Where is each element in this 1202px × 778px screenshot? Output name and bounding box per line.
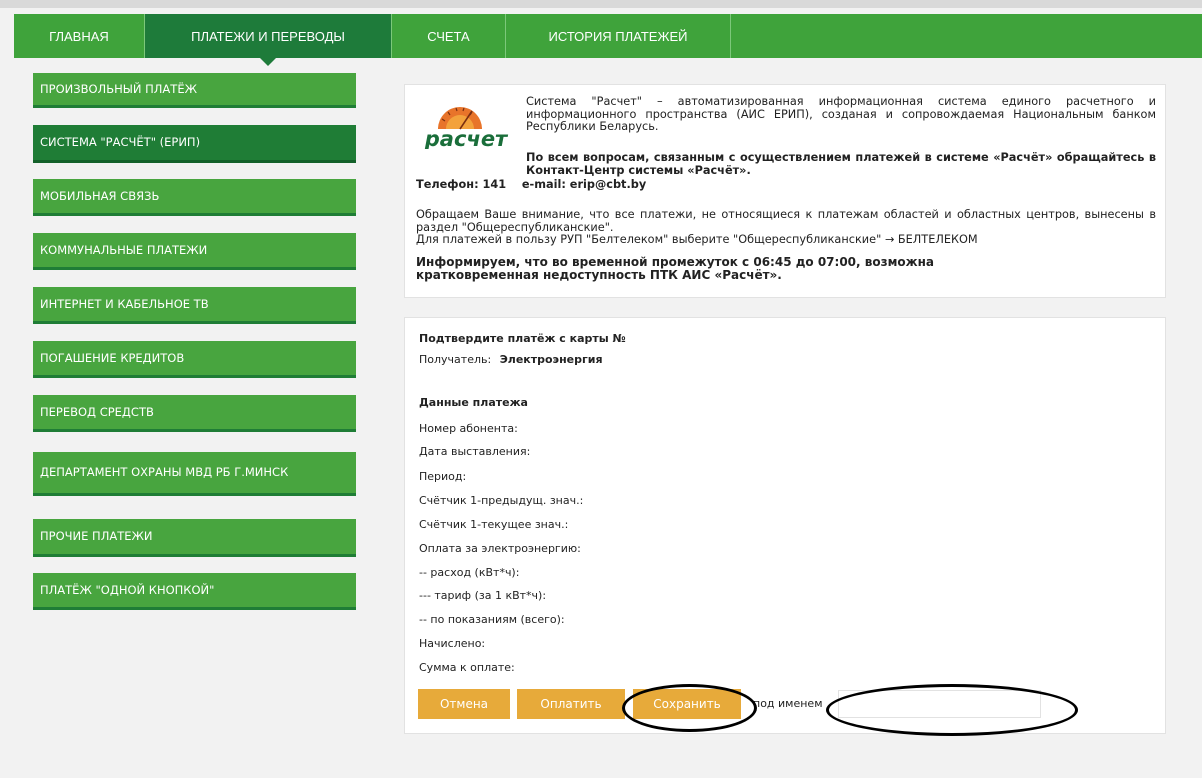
logo-wordmark: расчет [424,127,509,149]
contact-center-notice: По всем вопросам, связанным с осуществле… [526,151,1156,177]
raschet-logo: расчет [416,95,518,151]
notice-republican: Обращаем Ваше внимание, что все платежи,… [416,208,1156,234]
tab-accounts[interactable]: СЧЕТА [392,14,506,58]
active-tab-pointer [260,58,276,66]
field-meter-previous: Счётчик 1-предыдущ. знач.: [419,494,584,507]
field-charged: Начислено: [419,637,486,650]
field-electricity-payment: Оплата за электроэнергию: [419,542,581,555]
tab-home[interactable]: ГЛАВНАЯ [14,14,145,58]
top-strip [0,0,1202,8]
tab-payments-transfers[interactable]: ПЛАТЕЖИ И ПЕРЕВОДЫ [145,14,392,66]
field-by-readings: -- по показаниям (всего): [419,613,565,626]
payment-data-title: Данные платежа [419,396,528,409]
field-consumption: -- расход (кВт*ч): [419,566,520,579]
save-name-input[interactable] [838,690,1041,718]
tab-payment-history[interactable]: ИСТОРИЯ ПЛАТЕЖЕЙ [506,14,731,58]
field-subscriber-number: Номер абонента: [419,422,518,435]
erip-description: Система "Расчет" – автоматизированная ин… [526,95,1156,133]
save-name-label: под именем [753,697,823,710]
sidebar-item-loans[interactable]: ПОГАШЕНИЕ КРЕДИТОВ [33,341,356,378]
field-issue-date: Дата выставления: [419,445,531,458]
sidebar-item-one-click[interactable]: ПЛАТЁЖ "ОДНОЙ КНОПКОЙ" [33,573,356,610]
field-period: Период: [419,470,467,483]
main-navigation: ГЛАВНАЯ ПЛАТЕЖИ И ПЕРЕВОДЫ СЧЕТА ИСТОРИЯ… [14,14,1202,66]
field-tariff: --- тариф (за 1 кВт*ч): [419,589,547,602]
save-button[interactable]: Сохранить [633,689,741,719]
info-panel: расчет Система "Расчет" – автоматизирова… [404,84,1166,298]
sidebar-item-security-dept[interactable]: ДЕПАРТАМЕНТ ОХРАНЫ МВД РБ Г.МИНСК [33,452,356,496]
sidebar-item-internet-tv[interactable]: ИНТЕРНЕТ И КАБЕЛЬНОЕ ТВ [33,287,356,324]
field-meter-current: Счётчик 1-текущее знач.: [419,518,569,531]
notice-beltelecom: Для платежей в пользу РУП "Белтелеком" в… [416,233,978,246]
sidebar-item-mobile[interactable]: МОБИЛЬНАЯ СВЯЗЬ [33,179,356,216]
sidebar-item-other[interactable]: ПРОЧИЕ ПЛАТЕЖИ [33,519,356,557]
recipient-label: Получатель: [419,353,492,366]
sidebar-item-transfer[interactable]: ПЕРЕВОД СРЕДСТВ [33,395,356,432]
maintenance-notice: Информируем, что во временной промежуток… [416,255,934,282]
tab-payments-transfers-label: ПЛАТЕЖИ И ПЕРЕВОДЫ [191,28,345,44]
sidebar-item-erip[interactable]: СИСТЕМА "РАСЧЁТ" (ЕРИП) [33,125,356,163]
pay-button[interactable]: Оплатить [517,689,625,719]
confirm-title: Подтвердите платёж с карты № [419,332,626,345]
contact-phone-email: Телефон: 141 e-mail: erip@cbt.by [416,178,647,191]
recipient-value: Электроэнергия [499,353,603,366]
sidebar-item-utilities[interactable]: КОММУНАЛЬНЫЕ ПЛАТЕЖИ [33,233,356,270]
payment-confirm-panel: Подтвердите платёж с карты № Получатель:… [404,317,1166,734]
recipient-row: Получатель: Электроэнергия [419,353,603,366]
cancel-button[interactable]: Отмена [418,689,510,719]
sidebar-item-arbitrary-payment[interactable]: ПРОИЗВОЛЬНЫЙ ПЛАТЁЖ [33,73,356,108]
field-amount-due: Сумма к оплате: [419,661,515,674]
